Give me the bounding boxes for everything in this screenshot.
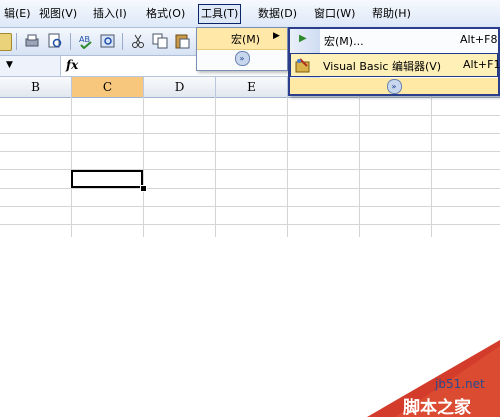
- tools-menu-item-macro-label: 宏(M): [231, 33, 261, 46]
- paste-icon[interactable]: [174, 33, 190, 49]
- column-label: C: [102, 80, 113, 94]
- print-preview-icon[interactable]: [47, 33, 63, 49]
- cell-grid[interactable]: [0, 97, 500, 237]
- row-gridline: [0, 224, 500, 225]
- menu-bar: 辑(E) 视图(V) 插入(I) 格式(O) 工具(T) 数据(D) 窗口(W)…: [0, 0, 500, 28]
- column-gridline: [287, 97, 288, 237]
- copy-icon[interactable]: [152, 33, 168, 49]
- menu-tools[interactable]: 工具(T): [198, 4, 242, 24]
- menu-insert[interactable]: 插入(I): [91, 5, 129, 23]
- column-label: B: [31, 80, 40, 94]
- menu-data[interactable]: 数据(D): [256, 5, 299, 23]
- print-icon[interactable]: [24, 33, 40, 49]
- column-label: D: [174, 80, 185, 94]
- menu-view[interactable]: 视图(V): [37, 5, 79, 23]
- column-header-e[interactable]: E: [216, 77, 288, 97]
- spelling-icon[interactable]: AB: [78, 33, 94, 50]
- expand-chevron-icon: »: [234, 51, 250, 66]
- menu-tools-label: 工具(T): [201, 7, 239, 20]
- column-gridline: [215, 97, 216, 237]
- row-gridline: [0, 188, 500, 189]
- column-header-d[interactable]: D: [144, 77, 216, 97]
- column-gridline: [71, 97, 72, 237]
- row-gridline: [0, 133, 500, 134]
- cut-icon[interactable]: [130, 33, 146, 49]
- tools-menu: 宏(M) ▶ »: [196, 27, 288, 71]
- menu-help-label: 帮助(H): [372, 7, 411, 20]
- menu-edit[interactable]: 辑(E): [2, 5, 33, 23]
- research-icon[interactable]: [100, 33, 116, 49]
- fill-handle[interactable]: [140, 185, 147, 192]
- insert-function-button[interactable]: fx: [66, 58, 78, 72]
- macro-submenu-expand[interactable]: »: [290, 78, 498, 94]
- tools-menu-expand[interactable]: »: [197, 50, 287, 67]
- open-icon[interactable]: [0, 33, 12, 51]
- menu-format[interactable]: 格式(O): [144, 5, 187, 23]
- menu-help[interactable]: 帮助(H): [370, 5, 413, 23]
- vb-editor-icon: [295, 57, 311, 76]
- macro-submenu-item-shortcut: Alt+F8: [460, 33, 498, 46]
- macro-submenu-item-label: 宏(M)...: [324, 35, 364, 48]
- column-header-b[interactable]: B: [0, 77, 72, 97]
- menu-edit-label: 辑(E): [4, 7, 31, 20]
- run-macro-icon: ▶: [299, 33, 307, 44]
- menu-view-label: 视图(V): [39, 7, 78, 20]
- macro-submenu-item-shortcut: Alt+F11: [463, 58, 500, 71]
- menu-format-label: 格式(O): [146, 7, 186, 20]
- svg-text:AB: AB: [79, 35, 90, 44]
- toolbar-separator: [70, 33, 71, 50]
- menu-window-label: 窗口(W): [314, 7, 356, 20]
- watermark-name: 脚本之家: [403, 398, 471, 418]
- menu-data-label: 数据(D): [258, 7, 298, 20]
- toolbar-separator: [16, 33, 17, 50]
- row-gridline: [0, 206, 500, 207]
- watermark-site: jb51.net: [435, 377, 485, 391]
- row-gridline: [0, 115, 500, 116]
- macro-submenu-item-macros[interactable]: ▶ 宏(M)... Alt+F8: [290, 29, 498, 53]
- watermark: jb51.net 脚本之家: [355, 340, 500, 418]
- column-header-c[interactable]: C: [72, 77, 144, 97]
- row-gridline: [0, 151, 500, 152]
- active-cell[interactable]: [71, 170, 143, 188]
- menu-window[interactable]: 窗口(W): [312, 5, 357, 23]
- column-gridline: [431, 97, 432, 237]
- macro-submenu-item-label: Visual Basic 编辑器(V): [323, 60, 442, 73]
- macro-submenu-item-vb-editor[interactable]: Visual Basic 编辑器(V) Alt+F11: [290, 53, 500, 77]
- chevron-down-icon[interactable]: ▼: [6, 60, 13, 70]
- column-gridline: [143, 97, 144, 237]
- menu-insert-label: 插入(I): [93, 7, 127, 20]
- column-gridline: [359, 97, 360, 237]
- expand-chevron-icon: »: [386, 79, 402, 94]
- macro-submenu: ▶ 宏(M)... Alt+F8 Visual Basic 编辑器(V) Alt…: [288, 27, 500, 96]
- submenu-arrow-icon: ▶: [273, 31, 280, 41]
- column-label: E: [247, 80, 256, 94]
- toolbar-separator: [122, 33, 123, 50]
- tools-menu-item-macro[interactable]: 宏(M) ▶: [197, 28, 287, 50]
